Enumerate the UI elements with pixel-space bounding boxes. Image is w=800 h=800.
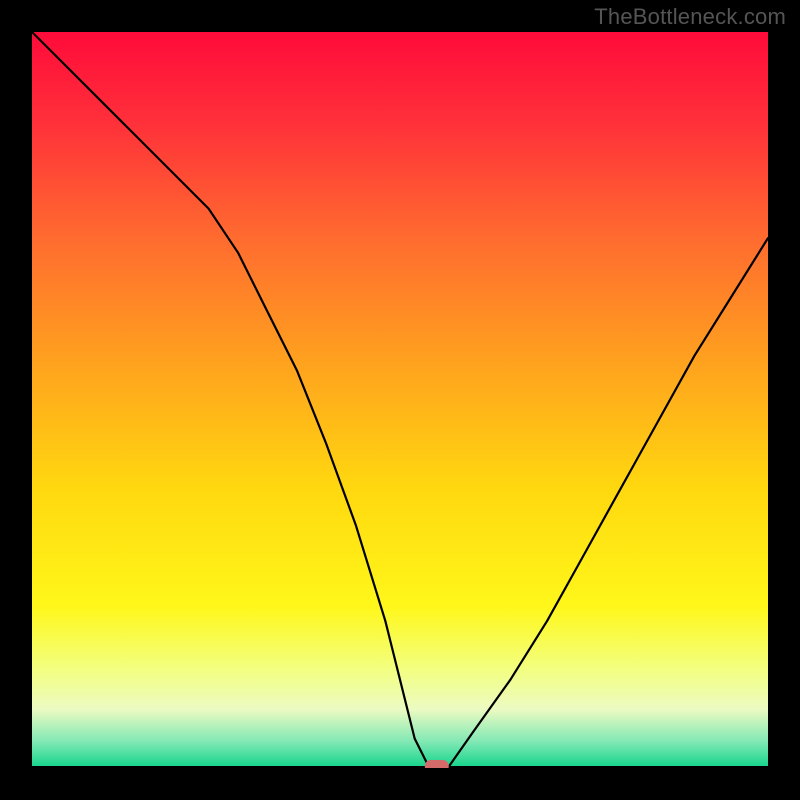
- chart-frame: TheBottleneck.com: [0, 0, 800, 800]
- bottleneck-chart: [32, 32, 768, 768]
- plot-area: [32, 32, 768, 768]
- watermark-text: TheBottleneck.com: [594, 4, 786, 30]
- optimal-point-marker: [425, 760, 449, 768]
